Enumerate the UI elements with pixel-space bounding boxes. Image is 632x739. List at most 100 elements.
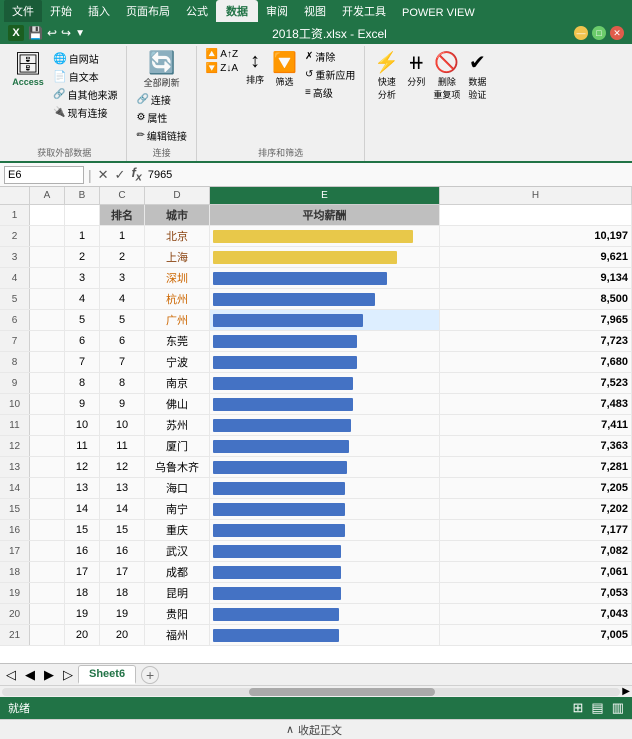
cell-e-salary-bar[interactable] xyxy=(210,373,440,393)
cell-b-rank[interactable]: 2 xyxy=(65,247,100,267)
properties-button[interactable]: ⚙ 属性 xyxy=(133,109,189,126)
cell-b-rank[interactable]: 1 xyxy=(65,226,100,246)
cell-d-city[interactable]: 乌鲁木齐 xyxy=(145,457,210,477)
cell-h-salary-val[interactable]: 7,680 xyxy=(440,352,632,372)
cell-d-city[interactable]: 广州 xyxy=(145,310,210,330)
cancel-formula-button[interactable]: ✕ xyxy=(96,167,111,183)
cell-h-salary-val[interactable]: 7,523 xyxy=(440,373,632,393)
cell-h-salary-val[interactable]: 10,197 xyxy=(440,226,632,246)
tab-view[interactable]: 视图 xyxy=(296,0,334,22)
cell-e-salary-bar[interactable] xyxy=(210,394,440,414)
cell-d-city[interactable]: 深圳 xyxy=(145,268,210,288)
cell-a[interactable] xyxy=(30,268,65,288)
tab-review[interactable]: 审阅 xyxy=(258,0,296,22)
cell-e-salary-bar[interactable] xyxy=(210,247,440,267)
cell-d-city[interactable]: 南京 xyxy=(145,373,210,393)
maximize-button[interactable]: □ xyxy=(592,26,606,40)
cell-e-salary-bar[interactable] xyxy=(210,541,440,561)
cell-e-salary-bar[interactable] xyxy=(210,478,440,498)
cell-h-salary-val[interactable]: 7,177 xyxy=(440,520,632,540)
cell-b-rank[interactable]: 6 xyxy=(65,331,100,351)
cell-b-rank[interactable]: 8 xyxy=(65,373,100,393)
cell-a[interactable] xyxy=(30,331,65,351)
qat-save[interactable]: 💾 xyxy=(28,26,43,40)
col-header-c[interactable]: C xyxy=(100,187,145,204)
cell-a[interactable] xyxy=(30,604,65,624)
tab-file[interactable]: 文件 xyxy=(4,0,42,22)
cell-h-salary-val[interactable]: 7,363 xyxy=(440,436,632,456)
normal-view-icon[interactable]: ⊞ xyxy=(573,700,584,716)
existing-connection-button[interactable]: 🔌 现有连接 xyxy=(50,104,120,121)
cell-a[interactable] xyxy=(30,562,65,582)
cell-c-rank[interactable]: 7 xyxy=(100,352,145,372)
cell-b-rank[interactable]: 7 xyxy=(65,352,100,372)
cell-d-city[interactable]: 贵阳 xyxy=(145,604,210,624)
advanced-button[interactable]: ≡ 高级 xyxy=(302,84,358,101)
cell-a[interactable] xyxy=(30,457,65,477)
text-button[interactable]: 📄 自文本 xyxy=(50,68,120,85)
cell-b-rank[interactable]: 11 xyxy=(65,436,100,456)
cell-h-salary-val[interactable]: 7,965 xyxy=(440,310,632,330)
tab-page-layout[interactable]: 页面布局 xyxy=(118,0,178,22)
cell-a[interactable] xyxy=(30,499,65,519)
cell-e-salary-bar[interactable] xyxy=(210,226,440,246)
filter-big-btn[interactable]: 🔽 筛选 xyxy=(269,48,300,90)
cell-h-salary-val[interactable]: 7,411 xyxy=(440,415,632,435)
sort-az-button[interactable]: 🔼 A↑Z xyxy=(203,48,241,61)
cell-d-city[interactable]: 苏州 xyxy=(145,415,210,435)
cell-d-city[interactable]: 成都 xyxy=(145,562,210,582)
cell-b1[interactable] xyxy=(65,205,100,225)
cell-c-rank[interactable]: 19 xyxy=(100,604,145,624)
sheet-nav-right[interactable]: ▷ xyxy=(59,667,77,683)
cell-b-rank[interactable]: 18 xyxy=(65,583,100,603)
cell-e-salary-bar[interactable] xyxy=(210,499,440,519)
cell-e-salary-bar[interactable] xyxy=(210,562,440,582)
cell-b-rank[interactable]: 10 xyxy=(65,415,100,435)
cell-c-rank[interactable]: 1 xyxy=(100,226,145,246)
cell-d1-city[interactable]: 城市 xyxy=(145,205,210,225)
cell-b-rank[interactable]: 20 xyxy=(65,625,100,645)
tab-insert[interactable]: 插入 xyxy=(80,0,118,22)
cell-e-salary-bar[interactable] xyxy=(210,604,440,624)
cell-e-salary-bar[interactable] xyxy=(210,436,440,456)
cell-c-rank[interactable]: 16 xyxy=(100,541,145,561)
tab-data[interactable]: 数据 xyxy=(216,0,258,22)
qat-undo[interactable]: ↩ xyxy=(47,26,57,40)
col-header-a[interactable]: A xyxy=(30,187,65,204)
cell-e1-salary[interactable]: 平均薪酬 xyxy=(210,205,440,225)
cell-b-rank[interactable]: 14 xyxy=(65,499,100,519)
cell-h-salary-val[interactable]: 7,483 xyxy=(440,394,632,414)
cell-a[interactable] xyxy=(30,415,65,435)
access-button[interactable]: 🗄 Access xyxy=(8,48,48,90)
cell-b-rank[interactable]: 17 xyxy=(65,562,100,582)
col-header-h[interactable]: H xyxy=(440,187,632,204)
insert-function-button[interactable]: fx xyxy=(129,165,143,184)
cell-d-city[interactable]: 昆明 xyxy=(145,583,210,603)
data-validate-btn[interactable]: ✔ 数据验证 xyxy=(465,48,489,103)
reapply-button[interactable]: ↺ 重新应用 xyxy=(302,66,358,83)
cell-a[interactable] xyxy=(30,583,65,603)
cell-h-salary-val[interactable]: 7,205 xyxy=(440,478,632,498)
cell-h-salary-val[interactable]: 7,043 xyxy=(440,604,632,624)
cell-c-rank[interactable]: 10 xyxy=(100,415,145,435)
page-break-icon[interactable]: ▥ xyxy=(612,700,624,716)
cell-c-rank[interactable]: 6 xyxy=(100,331,145,351)
col-header-e[interactable]: E xyxy=(210,187,440,204)
cell-c-rank[interactable]: 20 xyxy=(100,625,145,645)
cell-h-salary-val[interactable]: 9,621 xyxy=(440,247,632,267)
cell-d-city[interactable]: 南宁 xyxy=(145,499,210,519)
scrollbar-thumb[interactable] xyxy=(249,688,434,696)
cell-d-city[interactable]: 东莞 xyxy=(145,331,210,351)
cell-c-rank[interactable]: 9 xyxy=(100,394,145,414)
close-button[interactable]: ✕ xyxy=(610,26,624,40)
edit-links-button[interactable]: ✏ 编辑链接 xyxy=(133,127,189,144)
cell-d-city[interactable]: 北京 xyxy=(145,226,210,246)
cell-c-rank[interactable]: 11 xyxy=(100,436,145,456)
cell-c-rank[interactable]: 8 xyxy=(100,373,145,393)
cell-e-salary-bar[interactable] xyxy=(210,352,440,372)
cell-d-city[interactable]: 重庆 xyxy=(145,520,210,540)
cell-c-rank[interactable]: 17 xyxy=(100,562,145,582)
cell-a[interactable] xyxy=(30,352,65,372)
cell-a[interactable] xyxy=(30,394,65,414)
cell-d-city[interactable]: 武汉 xyxy=(145,541,210,561)
